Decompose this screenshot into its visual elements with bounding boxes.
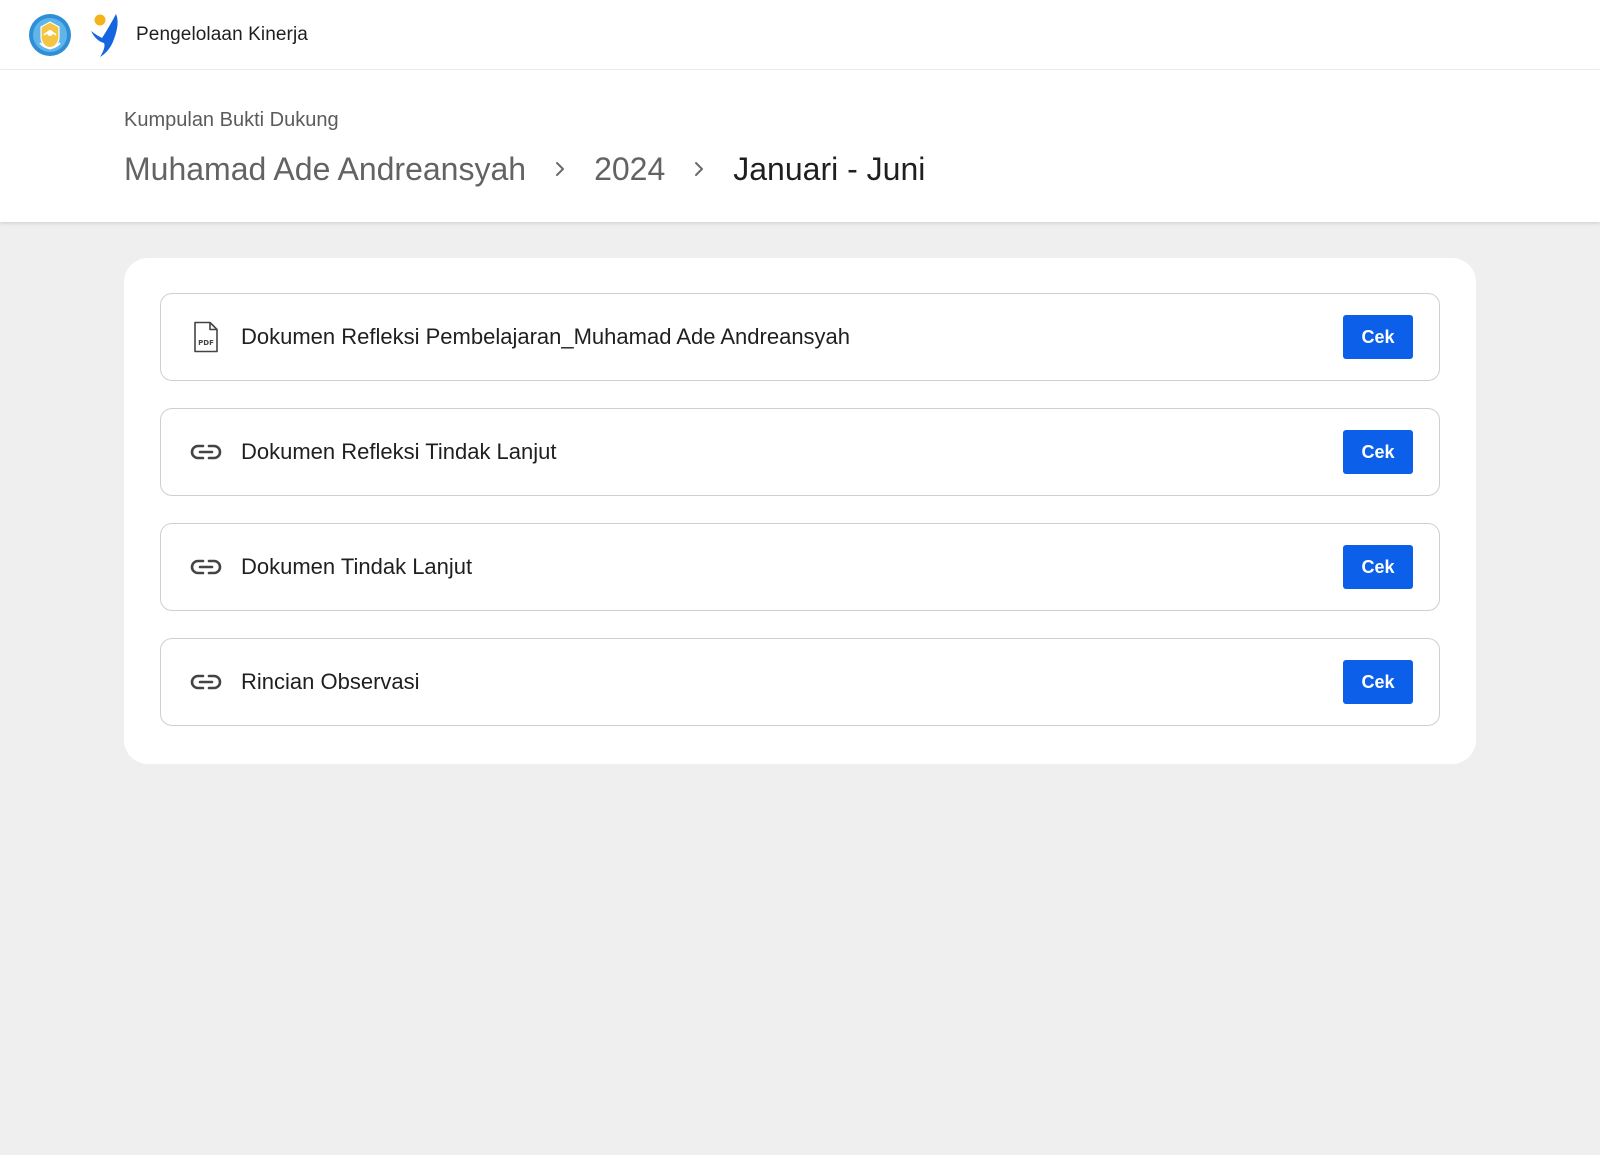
breadcrumb-item-period: Januari - Juni	[733, 151, 926, 187]
top-bar: Pengelolaan Kinerja	[0, 0, 1600, 70]
breadcrumb: Muhamad Ade Andreansyah 2024 Januari - J…	[124, 148, 1600, 190]
link-icon	[189, 665, 223, 699]
chevron-right-icon	[689, 159, 709, 179]
breadcrumb-item-year[interactable]: 2024	[594, 148, 665, 190]
cek-button[interactable]: Cek	[1343, 660, 1413, 704]
app-title: Pengelolaan Kinerja	[136, 23, 308, 45]
page-header: Kumpulan Bukti Dukung Muhamad Ade Andrea…	[0, 70, 1600, 222]
section-label: Kumpulan Bukti Dukung	[124, 109, 339, 131]
link-icon	[189, 435, 223, 469]
merdeka-brand-logo[interactable]	[86, 11, 124, 59]
document-row: Rincian Observasi Cek	[160, 638, 1440, 726]
government-emblem-logo[interactable]	[28, 13, 72, 57]
document-list-card: PDF Dokumen Refleksi Pembelajaran_Muhama…	[124, 258, 1476, 764]
breadcrumb-item-name[interactable]: Muhamad Ade Andreansyah	[124, 148, 526, 190]
document-title: Rincian Observasi	[241, 669, 420, 694]
document-title: Dokumen Tindak Lanjut	[241, 554, 473, 579]
document-row: PDF Dokumen Refleksi Pembelajaran_Muhama…	[160, 293, 1440, 381]
pdf-file-icon: PDF	[189, 320, 223, 354]
document-row: Dokumen Refleksi Tindak Lanjut Cek	[160, 408, 1440, 496]
chevron-right-icon	[550, 159, 570, 179]
cek-button[interactable]: Cek	[1343, 430, 1413, 474]
document-row: Dokumen Tindak Lanjut Cek	[160, 523, 1440, 611]
cek-button[interactable]: Cek	[1343, 315, 1413, 359]
document-title: Dokumen Refleksi Pembelajaran_Muhamad Ad…	[241, 324, 851, 349]
cek-button[interactable]: Cek	[1343, 545, 1413, 589]
document-title: Dokumen Refleksi Tindak Lanjut	[241, 439, 557, 464]
link-icon	[189, 550, 223, 584]
svg-text:PDF: PDF	[198, 339, 214, 347]
